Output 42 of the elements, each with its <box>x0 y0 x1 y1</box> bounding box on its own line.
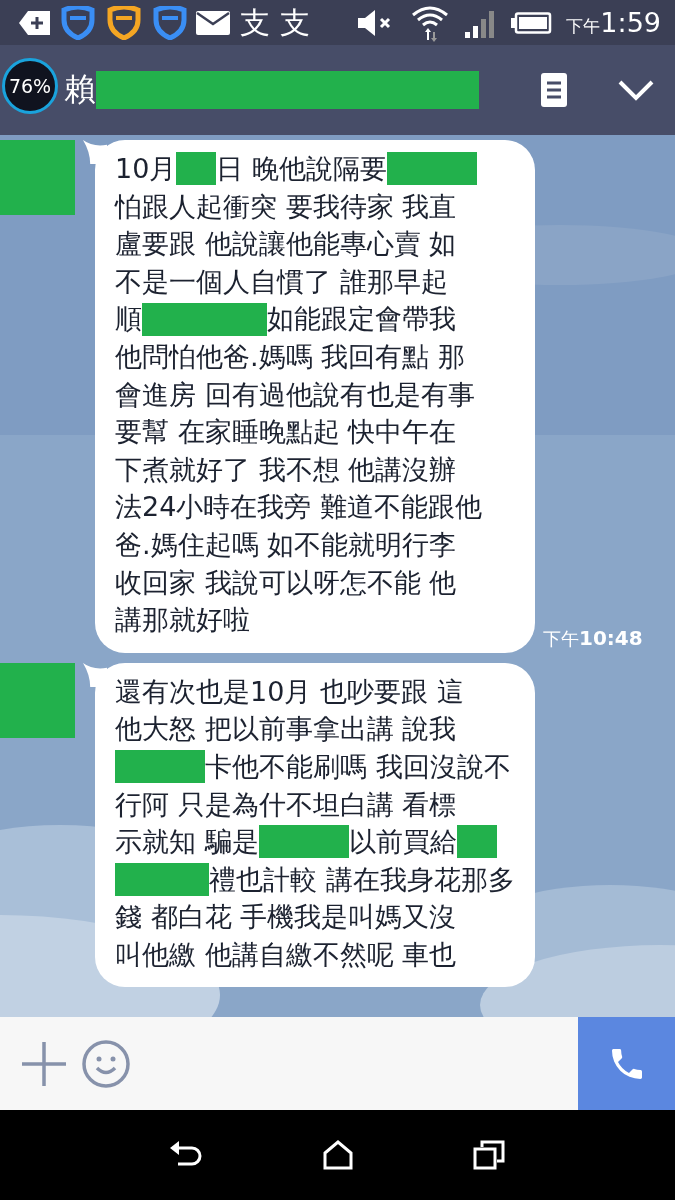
notes-icon[interactable] <box>541 73 567 107</box>
message-text: 他大怒 把以前事拿出講 說我 <box>115 712 457 747</box>
message-text: 爸.媽住起嗎 如不能就明行李 <box>115 527 457 562</box>
message-text: 如能跟定會帶我 <box>267 302 456 337</box>
chevron-down-icon[interactable] <box>617 78 655 102</box>
redaction-block <box>456 825 497 859</box>
recent-apps-icon[interactable] <box>473 1140 506 1170</box>
notification-glyph: 支 <box>240 5 270 40</box>
message-text: 盧要跟 他說讓他能專心賣 如 <box>115 227 457 262</box>
battery-icon <box>510 11 553 34</box>
message-text: 錢 都白花 手機我是叫媽又沒 <box>115 900 457 935</box>
message-text: 會進房 回有過他說有也是有事 <box>115 377 475 412</box>
message-text: 10月 <box>115 152 177 186</box>
status-time: 下午1:59 <box>566 7 661 38</box>
message-text: 講那就好啦 <box>115 603 250 638</box>
message-text: 禮也計較 講在我身花那多 <box>209 862 515 897</box>
message-text: 示就知 騙是 <box>115 825 259 860</box>
message-text: 他問怕他爸.媽嗎 我回有點 那 <box>115 339 465 374</box>
battery-widget[interactable]: 76% <box>2 58 58 114</box>
redaction-block <box>176 152 217 186</box>
message-text: 收回家 我說可以呀怎不能 他 <box>115 565 457 600</box>
message-text: 不是一個人自慣了 誰那早起 <box>115 264 448 299</box>
message-text: 下煮就好了 我不想 他講沒辦 <box>115 452 457 487</box>
message-text: 順 <box>115 302 142 337</box>
call-button[interactable] <box>578 1017 675 1110</box>
home-icon[interactable] <box>323 1140 354 1170</box>
emoji-icon[interactable] <box>82 1039 130 1088</box>
message-text: 以前買給 <box>348 825 457 860</box>
chat-title: 賴 <box>64 69 96 110</box>
plus-icon[interactable] <box>22 1041 66 1086</box>
message-text: 還有次也是10月 也吵要跟 這 <box>115 674 464 709</box>
tag-plus-icon <box>18 9 52 36</box>
message-text: 行阿 只是為什不坦白講 看標 <box>115 787 457 822</box>
message-text: 要幫 在家睡晚點起 快中午在 <box>115 415 457 450</box>
message-text: 卡他不能刷嗎 我回沒說不 <box>205 749 511 784</box>
message-text: 日 晚他說隔要 <box>216 152 387 186</box>
notification-glyph: 支 <box>280 5 310 40</box>
message-text: 叫他繳 他講自繳不然呢 車也 <box>115 937 457 972</box>
message-text: 法24小時在我旁 難道不能跟他 <box>115 490 482 525</box>
message-time: 下午10:48 <box>543 625 643 651</box>
mail-icon <box>196 10 230 35</box>
message-text: 怕跟人起衝突 要我待家 我直 <box>115 189 457 224</box>
